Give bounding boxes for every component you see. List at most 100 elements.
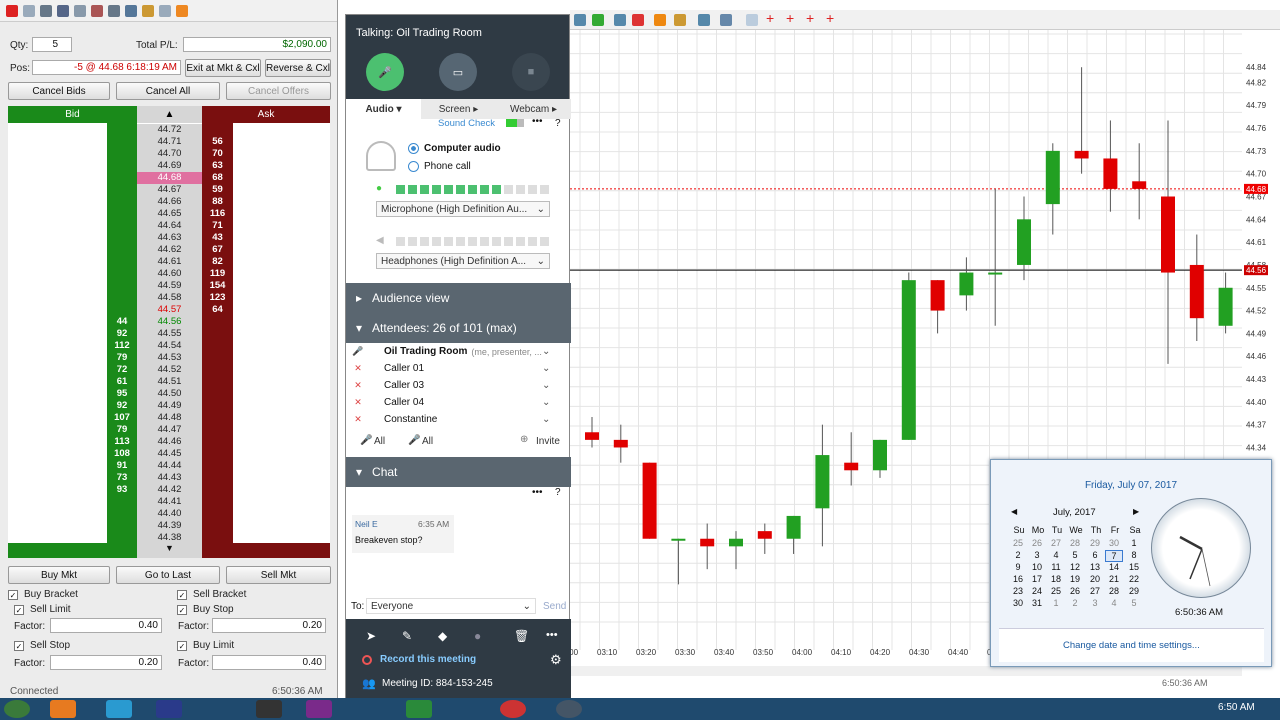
mute-all-icon[interactable]: 🎤 (360, 435, 372, 446)
palette-icon[interactable] (176, 4, 188, 17)
attendees-section[interactable]: ▾ Attendees: 26 of 101 (max) (346, 313, 571, 343)
crosshair-global-icon[interactable]: + (786, 10, 794, 26)
crosshair-lock-icon[interactable]: + (826, 10, 834, 26)
buy-stop-checkbox[interactable]: ✓ (177, 604, 187, 615)
calendar-day[interactable]: 25 (1009, 538, 1027, 548)
price-ladder[interactable]: Bid ▲ Ask 44.72 44.71 56 44.70 70 44.69 63 44.6… (8, 106, 330, 558)
mic-on-icon[interactable]: 🎤 (346, 346, 370, 357)
calendar-day[interactable]: 25 (1047, 586, 1065, 596)
calendar-day[interactable]: 18 (1047, 574, 1065, 584)
sound-check-link[interactable]: Sound Check (438, 118, 495, 129)
spotlight-icon[interactable]: ● (474, 629, 481, 643)
pin-icon[interactable] (6, 4, 18, 17)
ladder-row[interactable]: 44.63 43 (8, 232, 330, 244)
ladder-row[interactable]: 44.61 82 (8, 256, 330, 268)
mic-muted-icon[interactable]: ✕ (346, 380, 370, 391)
pointer-tool-icon[interactable]: ➤ (366, 629, 376, 643)
calendar-day[interactable]: 3 (1086, 598, 1104, 608)
ladder-row[interactable]: 44.57 64 (8, 304, 330, 316)
ladder-row[interactable]: 44.67 59 (8, 184, 330, 196)
calendar-day[interactable]: 8 (1125, 550, 1143, 560)
calendar-day[interactable]: 2 (1066, 598, 1084, 608)
chat-section[interactable]: ▾ Chat (346, 457, 571, 487)
start-button[interactable] (4, 700, 30, 718)
ladder-row[interactable]: 44.56 44 (8, 316, 330, 328)
gear-icon[interactable] (40, 4, 52, 17)
calendar-day[interactable]: 27 (1047, 538, 1065, 548)
zoom-icon[interactable] (654, 14, 666, 26)
bid-size[interactable]: 93 (107, 484, 137, 496)
calendar-day[interactable]: 28 (1066, 538, 1084, 548)
calendar-day[interactable]: 29 (1125, 586, 1143, 596)
factor-input-1[interactable]: 0.40 (50, 618, 162, 633)
ladder-row[interactable]: 44.68 68 (8, 172, 330, 184)
ask-size[interactable]: 56 (202, 136, 233, 148)
cancel-offers-button[interactable]: Cancel Offers (226, 82, 331, 100)
calendar-day[interactable]: 29 (1086, 538, 1104, 548)
recorder-icon[interactable] (500, 700, 526, 718)
calendar-day[interactable]: 17 (1028, 574, 1046, 584)
ask-size[interactable]: 116 (202, 208, 233, 220)
ask-size[interactable]: 123 (202, 292, 233, 304)
attendee-expand-icon[interactable]: ⌄ (542, 346, 550, 357)
highlighter-icon[interactable]: ◆ (438, 629, 447, 643)
more-icon[interactable]: ••• (532, 116, 543, 127)
sell-bracket-checkbox[interactable]: ✓ (177, 589, 187, 600)
buy-bracket-checkbox[interactable]: ✓ (8, 589, 18, 600)
bid-size[interactable]: 79 (107, 424, 137, 436)
next-month-icon[interactable]: ▶ (1133, 507, 1139, 516)
cursor-icon[interactable] (574, 14, 586, 26)
ladder-row[interactable]: 44.66 88 (8, 196, 330, 208)
bid-size[interactable]: 92 (107, 328, 137, 340)
computer-audio-radio[interactable] (408, 143, 419, 154)
calendar-day[interactable]: 7 (1105, 550, 1123, 562)
ladder-row[interactable]: 44.41 (8, 496, 330, 508)
ladder-row[interactable]: 44.48 107 (8, 412, 330, 424)
ladder-row[interactable]: 44.69 63 (8, 160, 330, 172)
ladder-row[interactable]: 44.39 (8, 520, 330, 532)
calendar-day[interactable]: 6 (1086, 550, 1104, 560)
bid-size[interactable]: 113 (107, 436, 137, 448)
calendar-day[interactable]: 20 (1086, 574, 1104, 584)
unmute-all-label[interactable]: All (422, 436, 433, 447)
ladder-row[interactable]: 44.70 70 (8, 148, 330, 160)
gotomeeting-task-icon[interactable] (106, 700, 132, 718)
microphone-select[interactable]: Microphone (High Definition Au... ⌄ (376, 201, 550, 217)
bid-size[interactable]: 108 (107, 448, 137, 460)
alert-icon[interactable] (91, 4, 103, 17)
mic-muted-icon[interactable]: ✕ (346, 397, 370, 408)
sell-limit-checkbox[interactable]: ✓ (14, 604, 24, 615)
calendar-day[interactable]: 4 (1105, 598, 1123, 608)
prev-month-icon[interactable]: ◀ (1011, 507, 1017, 516)
calendar-day[interactable]: 22 (1125, 574, 1143, 584)
pointer-icon[interactable] (746, 14, 758, 26)
calendar-day[interactable]: 5 (1066, 550, 1084, 560)
calendar-day[interactable]: 31 (1028, 598, 1046, 608)
attendee-expand-icon[interactable]: ⌄ (542, 397, 550, 408)
pen-tool-icon[interactable]: ✎ (402, 629, 412, 643)
calendar-day[interactable]: 15 (1125, 562, 1143, 572)
calendar-day[interactable]: 13 (1086, 562, 1104, 572)
calendar-day[interactable]: 24 (1028, 586, 1046, 596)
draw-icon[interactable] (142, 4, 154, 17)
attendee-row[interactable]: ✕ Caller 01 ⌄ (346, 360, 556, 377)
flag-icon[interactable] (125, 4, 137, 17)
attendee-expand-icon[interactable]: ⌄ (542, 414, 550, 425)
ladder-row[interactable]: 44.62 67 (8, 244, 330, 256)
attendee-expand-icon[interactable]: ⌄ (542, 380, 550, 391)
chat-more-icon[interactable]: ••• (532, 487, 543, 498)
ask-size[interactable]: 70 (202, 148, 233, 160)
tool-icon[interactable] (108, 4, 120, 17)
ladder-row[interactable]: 44.64 71 (8, 220, 330, 232)
cancel-bids-button[interactable]: Cancel Bids (8, 82, 110, 100)
bid-size[interactable]: 112 (107, 340, 137, 352)
ask-size[interactable]: 88 (202, 196, 233, 208)
clock-app-icon[interactable] (556, 700, 582, 718)
bid-size[interactable]: 79 (107, 352, 137, 364)
microphone-icon[interactable]: 🎤 (366, 53, 404, 91)
ladder-row[interactable]: 44.45 108 (8, 448, 330, 460)
crosshair-snap-icon[interactable]: + (806, 10, 814, 26)
calendar-day[interactable]: 27 (1086, 586, 1104, 596)
calendar-day[interactable]: 3 (1028, 550, 1046, 560)
window-icon[interactable] (159, 4, 171, 17)
